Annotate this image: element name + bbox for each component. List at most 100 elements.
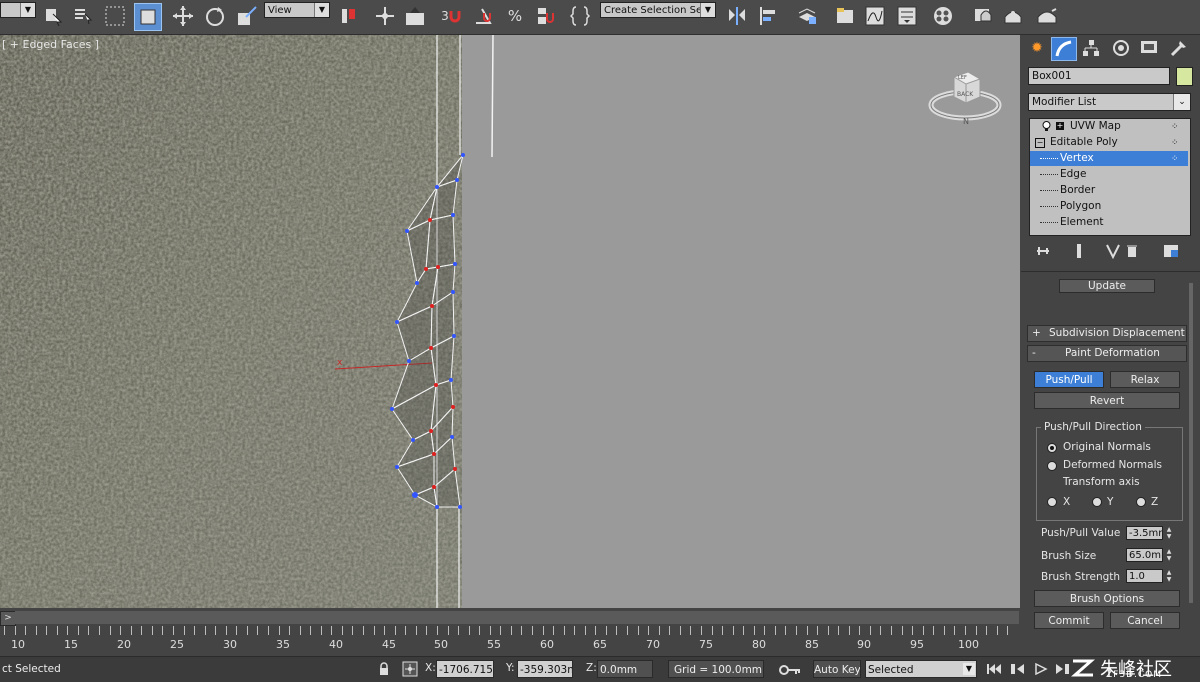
modifier-dots-icon: ⁘ — [1171, 154, 1179, 164]
spinner-arrows-icon[interactable]: ▲ ▼ — [1164, 548, 1174, 562]
tick-label: 10 — [11, 638, 25, 651]
select-by-name-icon[interactable] — [70, 3, 96, 29]
select-object-icon[interactable] — [40, 3, 66, 29]
snaps-toggle-icon[interactable]: 3 — [438, 3, 464, 29]
material-editor-icon[interactable] — [930, 3, 956, 29]
panel-scrollbar[interactable] — [1189, 283, 1193, 603]
perspective-viewport[interactable]: x LEF BACK N [+ Edged Faces] — [0, 35, 1020, 608]
rollout-paint-deformation[interactable]: - Paint Deformation — [1027, 345, 1187, 362]
object-color-swatch[interactable] — [1176, 67, 1193, 86]
absolute-mode-icon[interactable] — [402, 661, 418, 677]
rollout-title: Paint Deformation — [1065, 347, 1160, 359]
axis-x-radio[interactable] — [1047, 497, 1057, 507]
pivot-center-icon[interactable] — [336, 3, 362, 29]
select-scale-icon[interactable] — [234, 3, 260, 29]
update-button[interactable]: Update — [1059, 279, 1155, 293]
configure-modifier-sets-icon[interactable] — [1163, 243, 1179, 259]
play-icon[interactable] — [1034, 662, 1048, 676]
make-unique-icon[interactable] — [1105, 243, 1121, 260]
utilities-tab-icon[interactable] — [1167, 37, 1191, 59]
remove-modifier-icon[interactable] — [1125, 243, 1139, 259]
create-tab-icon[interactable]: ✹ — [1025, 37, 1049, 59]
edit-named-selection-icon[interactable] — [568, 3, 594, 29]
select-move-icon[interactable] — [170, 3, 196, 29]
brush-size-field[interactable]: 65.0mi — [1126, 548, 1163, 562]
axis-z-radio[interactable] — [1136, 497, 1146, 507]
spinner-snap-icon[interactable] — [532, 3, 558, 29]
object-name-field[interactable]: Box001 — [1028, 67, 1170, 85]
modify-tab-icon[interactable] — [1051, 37, 1077, 61]
keyboard-shortcut-icon[interactable] — [402, 3, 428, 29]
y-coord-field[interactable]: -359.303m — [517, 660, 573, 678]
key-icon[interactable] — [778, 663, 802, 677]
timeline-labels: 10 15 20 25 30 35 40 45 50 55 60 65 70 7… — [0, 638, 1020, 652]
stack-item-polygon[interactable]: Polygon — [1030, 199, 1188, 214]
collapse-icon[interactable]: − — [1035, 138, 1045, 148]
render-production-icon[interactable] — [1034, 3, 1060, 29]
viewport-label[interactable]: [ + Edged Faces ] — [2, 38, 99, 51]
axis-y-radio[interactable] — [1092, 497, 1102, 507]
expand-icon[interactable]: + — [1056, 122, 1064, 130]
stack-item-label: Polygon — [1060, 200, 1102, 212]
deformed-normals-radio[interactable] — [1047, 461, 1057, 471]
stack-item-uvw-map[interactable]: + UVW Map ⁘ — [1030, 119, 1188, 134]
previous-frame-icon[interactable] — [1010, 663, 1026, 675]
cancel-button[interactable]: Cancel — [1110, 612, 1180, 629]
brush-options-button[interactable]: Brush Options — [1034, 590, 1180, 607]
rectangular-selection-icon[interactable] — [102, 3, 128, 29]
hierarchy-tab-icon[interactable] — [1079, 37, 1103, 59]
tick-label: 60 — [540, 638, 554, 651]
stack-item-label: UVW Map — [1070, 120, 1121, 132]
stack-item-border[interactable]: Border — [1030, 183, 1188, 198]
brush-strength-field[interactable]: 1.0 — [1126, 569, 1163, 583]
z-coord-field[interactable]: 0.0mm — [597, 660, 653, 678]
named-selection-set-dropdown[interactable]: Create Selection Se ▼ — [600, 2, 716, 18]
stack-item-element[interactable]: Element — [1030, 215, 1188, 230]
relax-button[interactable]: Relax — [1110, 371, 1180, 388]
window-crossing-icon[interactable] — [134, 3, 162, 31]
commit-button[interactable]: Commit — [1034, 612, 1104, 629]
reference-coordinate-dropdown[interactable]: View ▼ — [264, 2, 330, 18]
render-setup-icon[interactable] — [970, 3, 996, 29]
selection-filter-dropdown[interactable]: ▼ — [0, 2, 36, 18]
spinner-arrows-icon[interactable]: ▲ ▼ — [1164, 526, 1174, 540]
lock-selection-icon[interactable] — [378, 662, 390, 676]
select-manipulate-icon[interactable] — [372, 3, 398, 29]
display-tab-icon[interactable] — [1137, 37, 1161, 59]
go-to-start-icon[interactable] — [986, 663, 1002, 675]
tick-label: 70 — [646, 638, 660, 651]
modifier-list-dropdown[interactable]: Modifier List ⌄ — [1028, 93, 1191, 111]
push-pull-value-field[interactable]: -3.5mr — [1126, 526, 1163, 540]
mirror-icon[interactable] — [724, 3, 750, 29]
percent-snap-icon[interactable]: % — [502, 3, 528, 29]
select-rotate-icon[interactable] — [202, 3, 228, 29]
viewcube-icon[interactable]: LEF BACK N — [928, 67, 1002, 127]
key-mode-dropdown[interactable]: Selected ▼ — [865, 660, 977, 678]
align-icon[interactable] — [756, 3, 782, 29]
rollout-subdivision-displacement[interactable]: + Subdivision Displacement — [1027, 325, 1187, 342]
original-normals-radio[interactable] — [1047, 443, 1057, 453]
pin-stack-icon[interactable] — [1035, 243, 1051, 259]
auto-key-button[interactable]: Auto Key — [813, 660, 861, 678]
stack-item-editable-poly[interactable]: − Editable Poly ⁘ — [1030, 135, 1188, 150]
scene-explorer-icon[interactable] — [832, 3, 858, 29]
schematic-view-icon[interactable] — [894, 3, 920, 29]
render-frame-window-icon[interactable] — [1000, 3, 1026, 29]
angle-snap-icon[interactable] — [470, 3, 496, 29]
lightbulb-icon[interactable] — [1042, 121, 1051, 131]
viewcube-compass-label: N — [963, 117, 969, 126]
layer-manager-icon[interactable] — [794, 3, 820, 29]
stack-item-vertex[interactable]: Vertex ⁘ — [1030, 151, 1188, 166]
motion-tab-icon[interactable] — [1109, 37, 1133, 59]
x-coord-field[interactable]: -1706.715r — [436, 660, 494, 678]
revert-button[interactable]: Revert — [1034, 392, 1180, 409]
stack-item-edge[interactable]: Edge — [1030, 167, 1188, 182]
next-frame-icon[interactable] — [1054, 663, 1070, 675]
curve-editor-icon[interactable] — [862, 3, 888, 29]
tick-label: 100 — [958, 638, 979, 651]
time-slider-track[interactable] — [15, 611, 1019, 624]
show-end-result-icon[interactable] — [1071, 243, 1087, 259]
time-slider-arrow[interactable]: > — [0, 611, 16, 626]
push-pull-button[interactable]: Push/Pull — [1034, 371, 1104, 388]
spinner-arrows-icon[interactable]: ▲ ▼ — [1164, 569, 1174, 583]
